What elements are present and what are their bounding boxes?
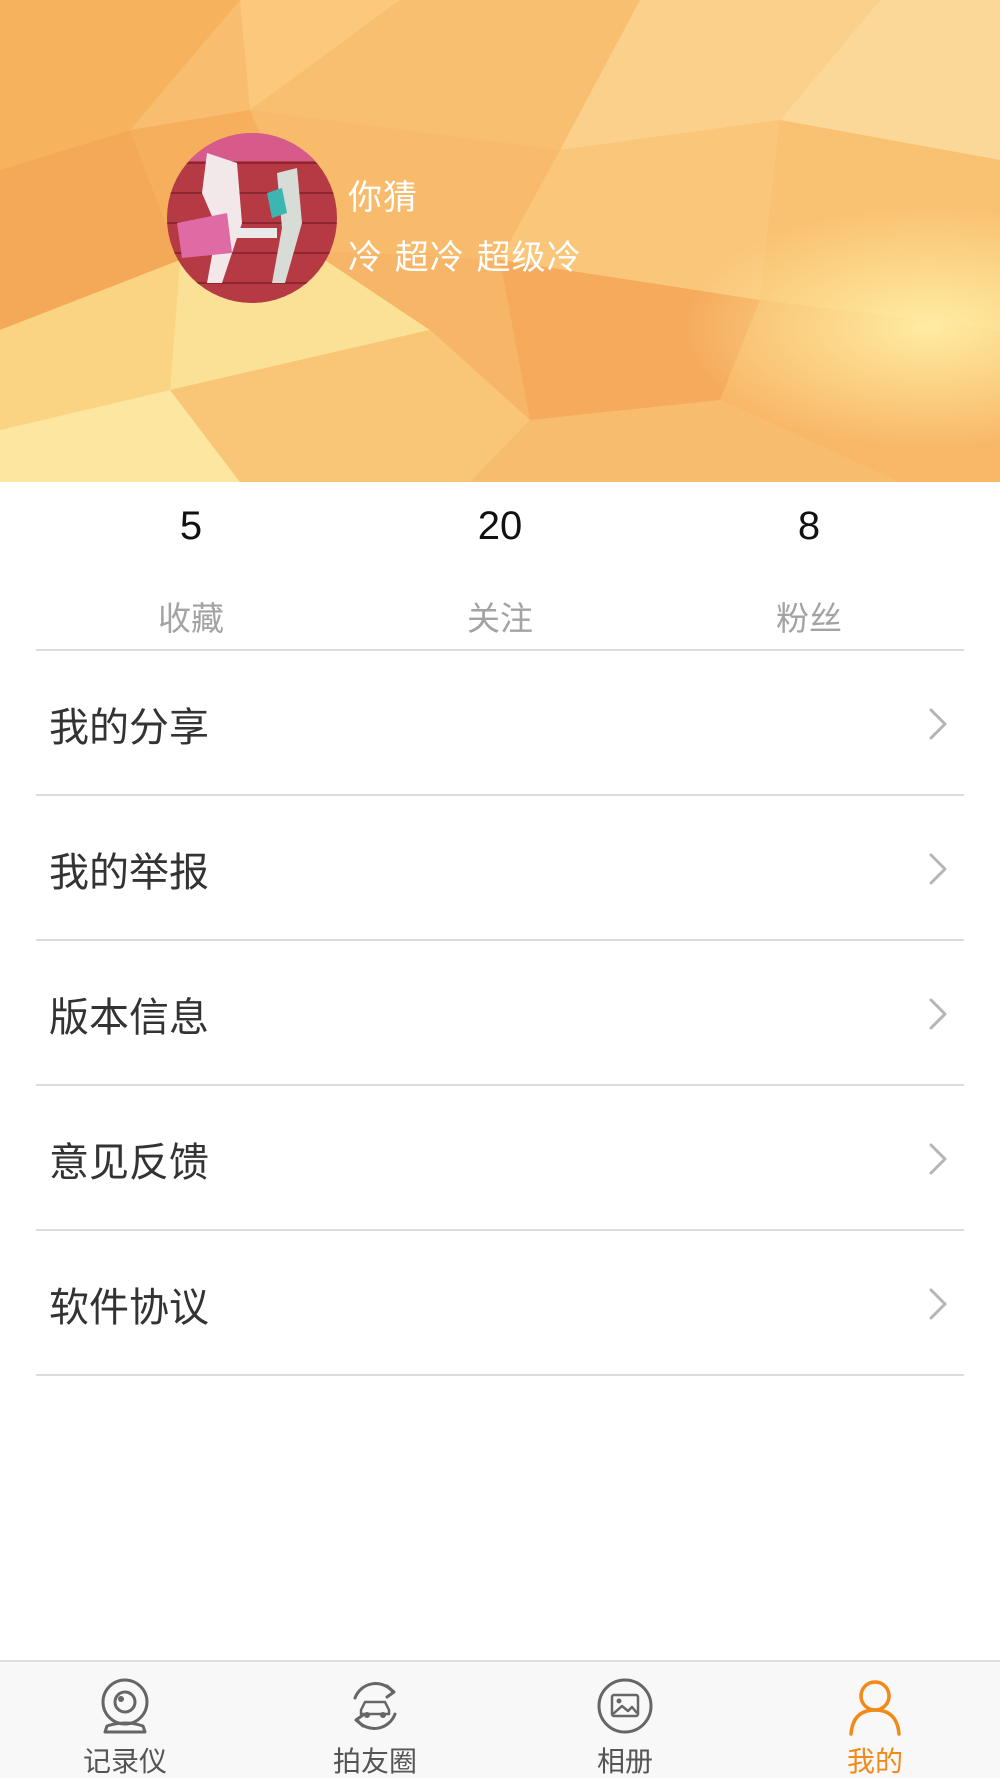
stat-favorites[interactable]: 5 收藏	[36, 482, 346, 650]
chevron-right-icon	[929, 1288, 947, 1319]
user-avatar[interactable]	[167, 133, 337, 303]
menu-item-feedback[interactable]: 意见反馈	[0, 1086, 1000, 1231]
chevron-right-icon	[929, 998, 947, 1029]
menu-item-label: 我的分享	[49, 704, 209, 751]
username: 你猜	[348, 178, 418, 218]
menu-divider	[36, 1374, 964, 1376]
chevron-right-icon	[929, 708, 947, 739]
menu-item-label: 软件协议	[49, 1284, 209, 1331]
stat-following-count: 20	[477, 504, 523, 548]
tab-mine[interactable]: 我的	[750, 1662, 1000, 1778]
bottom-tab-bar: 记录仪 拍友圈 相册 我的	[0, 1660, 1000, 1778]
stats-row: 5 收藏 20 关注 8 粉丝	[0, 482, 1000, 650]
avatar-image	[167, 133, 337, 303]
user-signature: 冷 超冷 超级冷	[348, 238, 582, 278]
tab-label: 相册	[596, 1745, 653, 1778]
menu-item-label: 我的举报	[49, 849, 209, 896]
stat-favorites-label: 收藏	[158, 599, 224, 638]
stat-following[interactable]: 20 关注	[345, 482, 655, 650]
stat-followers-label: 粉丝	[776, 599, 842, 638]
photo-album-icon	[597, 1678, 653, 1734]
tab-label: 我的	[846, 1745, 903, 1778]
person-icon	[849, 1680, 901, 1736]
tab-recorder[interactable]: 记录仪	[0, 1662, 250, 1778]
car-share-icon	[353, 1682, 397, 1730]
tab-album[interactable]: 相册	[500, 1662, 750, 1778]
stat-followers-count: 8	[797, 504, 821, 548]
tab-photo-circle[interactable]: 拍友圈	[250, 1662, 500, 1778]
stat-following-label: 关注	[467, 599, 533, 638]
dashcam-icon	[101, 1678, 149, 1734]
menu-item-version-info[interactable]: 版本信息	[0, 941, 1000, 1086]
menu-item-label: 版本信息	[49, 994, 209, 1041]
profile-screen: 你猜 冷 超冷 超级冷 5 收藏 20 关注 8 粉丝 我的分享 我的举报 版本…	[0, 0, 1000, 1778]
menu-item-my-reports[interactable]: 我的举报	[0, 796, 1000, 941]
settings-menu: 我的分享 我的举报 版本信息 意见反馈 软件协议	[0, 651, 1000, 1376]
profile-banner: 你猜 冷 超冷 超级冷	[0, 0, 1000, 482]
stat-favorites-count: 5	[179, 504, 203, 548]
chevron-right-icon	[929, 1143, 947, 1174]
chevron-right-icon	[929, 853, 947, 884]
tab-label: 拍友圈	[332, 1745, 417, 1778]
menu-item-label: 意见反馈	[49, 1139, 209, 1186]
stat-followers[interactable]: 8 粉丝	[654, 482, 964, 650]
tab-label: 记录仪	[82, 1745, 167, 1778]
menu-item-software-agreement[interactable]: 软件协议	[0, 1231, 1000, 1376]
menu-item-my-shares[interactable]: 我的分享	[0, 651, 1000, 796]
